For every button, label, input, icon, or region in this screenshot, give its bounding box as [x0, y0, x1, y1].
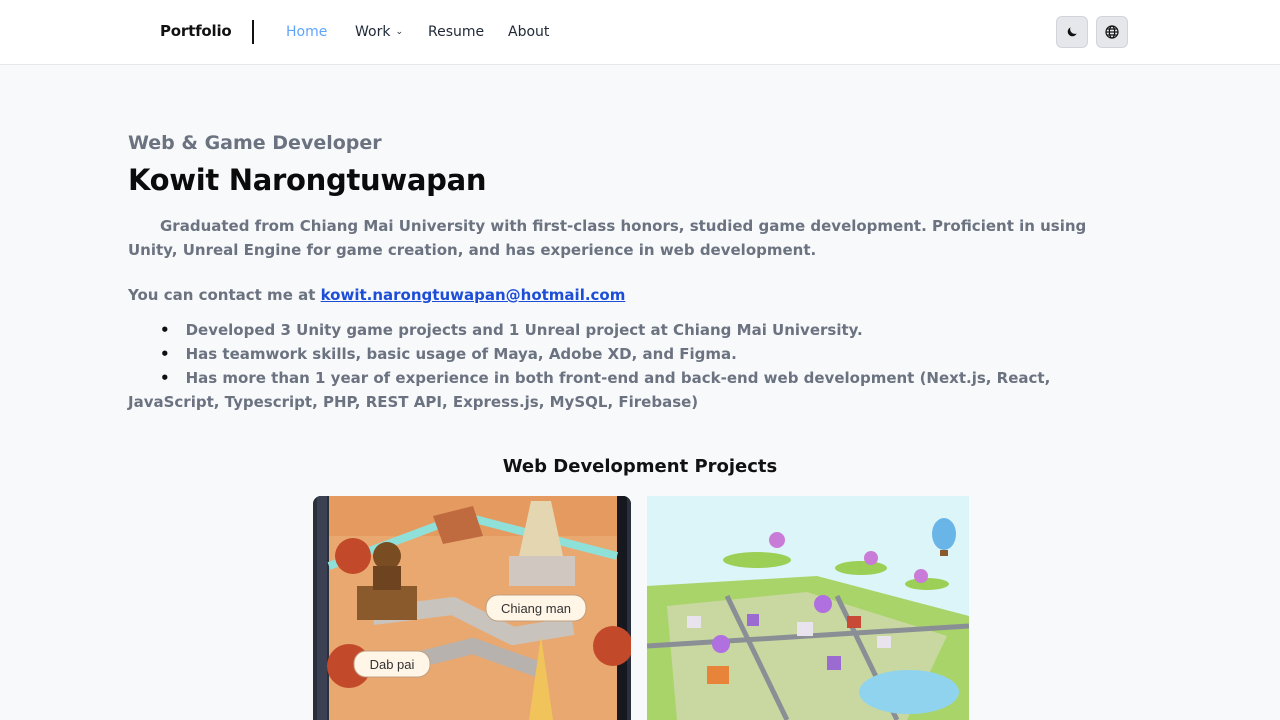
moon-icon	[1067, 27, 1077, 37]
skills-list: Developed 3 Unity game projects and 1 Un…	[128, 318, 1088, 414]
projects-section-title: Web Development Projects	[502, 456, 778, 477]
map-label-chiang-man: Chiang man	[501, 601, 571, 616]
email-link[interactable]: kowit.narongtuwapan@hotmail.com	[321, 286, 626, 304]
nav-about-link[interactable]: About	[508, 24, 549, 40]
contact-prefix: You can contact me at	[128, 286, 321, 304]
nav-divider	[252, 20, 254, 44]
skills-list-item: Developed 3 Unity game projects and 1 Un…	[128, 318, 1088, 342]
brand-logo[interactable]: Portfolio	[160, 22, 232, 40]
nav-home-link[interactable]: Home	[286, 24, 327, 40]
chevron-down-icon: ⌄	[395, 27, 403, 37]
hero-subtitle: Web & Game Developer	[128, 132, 382, 154]
project-card-chiang-mai-game[interactable]: Chiang man Dab pai	[313, 496, 631, 720]
nav-work-dropdown[interactable]: Work ⌄	[355, 24, 403, 40]
hero-name: Kowit Narongtuwapan	[128, 163, 487, 197]
project-thumbnail-game-map: Chiang man Dab pai	[313, 496, 631, 720]
nav-work-label: Work	[355, 24, 391, 40]
language-button[interactable]	[1096, 16, 1128, 48]
theme-toggle-button[interactable]	[1056, 16, 1088, 48]
skills-list-item: Has teamwork skills, basic usage of Maya…	[128, 342, 1088, 366]
project-card-city-map[interactable]	[647, 496, 969, 720]
globe-icon	[1105, 25, 1119, 39]
contact-line: You can contact me at kowit.narongtuwapa…	[128, 286, 625, 304]
nav-resume-link[interactable]: Resume	[428, 24, 484, 40]
project-thumbnail-city-map	[647, 496, 969, 720]
top-navbar: Portfolio Home Work ⌄ Resume About	[0, 0, 1280, 65]
skills-list-item: Has more than 1 year of experience in bo…	[128, 366, 1088, 414]
hero-bio: Graduated from Chiang Mai University wit…	[128, 217, 1087, 259]
map-label-dab-pai: Dab pai	[370, 657, 415, 672]
